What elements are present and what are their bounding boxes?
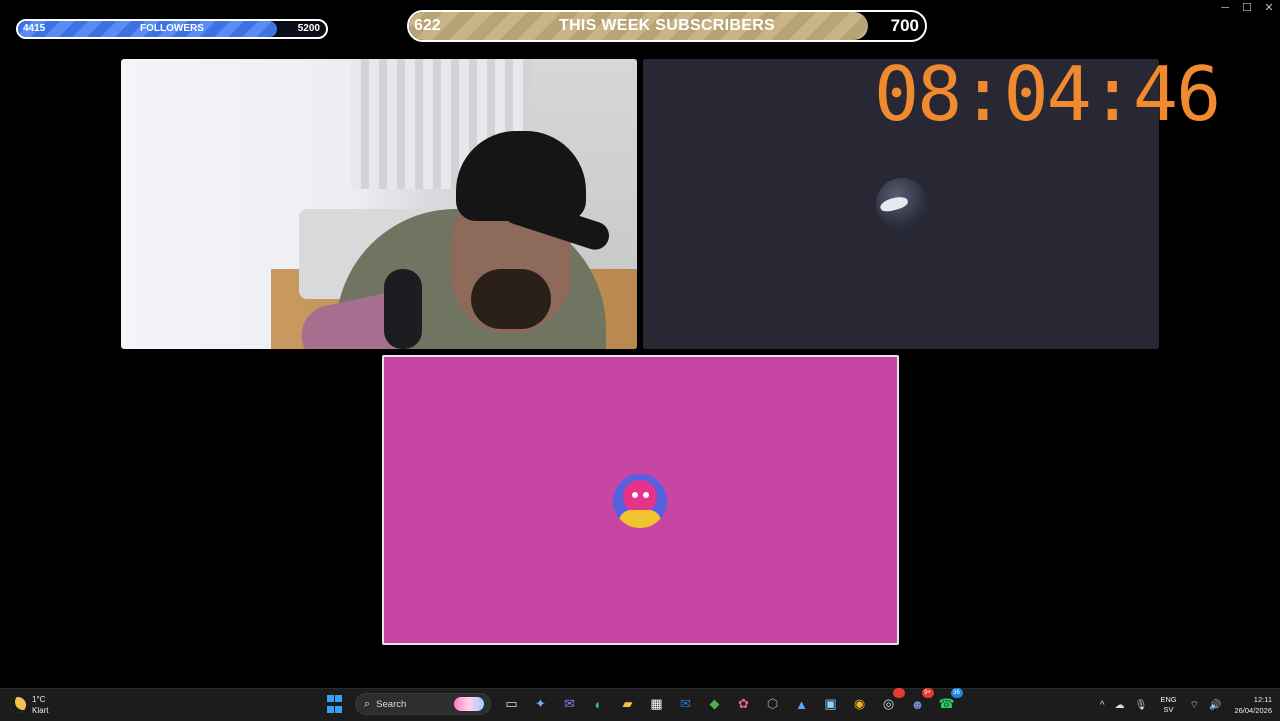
task-view-icon[interactable]: ▭ [501, 693, 523, 715]
avatar-face [623, 480, 657, 514]
copilot-glyph: ✦ [535, 696, 546, 711]
avatar-eye-right [643, 492, 649, 498]
followers-label: FOLLOWERS [140, 23, 204, 34]
onedrive-icon[interactable]: ☁ [1115, 700, 1125, 711]
weather-widget[interactable]: 1°C Klart [10, 694, 48, 716]
subscribers-goal-bar: 622 THIS WEEK SUBSCRIBERS 700 [407, 10, 927, 42]
weather-condition: Klart [32, 706, 49, 715]
minimize-button[interactable]: ─ [1214, 0, 1236, 16]
search-highlight-icon [454, 697, 484, 711]
remote-desktop-icon[interactable]: ▣ [820, 693, 842, 715]
edge-icon[interactable]: ◐ [588, 693, 610, 715]
search-label: Search [376, 698, 407, 710]
streamer-beard [471, 269, 551, 329]
taskbar-search[interactable]: ⌕ Search [355, 693, 491, 715]
moon-icon [10, 697, 26, 713]
app-hex-icon[interactable]: ⬡ [762, 693, 784, 715]
obs-glyph: ◎ [882, 696, 895, 711]
show-hidden-icons-chevron-icon[interactable]: ^ [1100, 700, 1105, 711]
volume-icon[interactable]: 🔊 [1209, 700, 1221, 711]
wifi-icon[interactable]: ⌔ [1190, 699, 1199, 712]
file-explorer-glyph: ▰ [622, 696, 633, 711]
obs-icon[interactable]: ◎ [878, 688, 905, 715]
store-icon[interactable]: ▦ [646, 693, 668, 715]
store-glyph: ▦ [650, 696, 663, 711]
outlook-icon[interactable]: ✉ [675, 693, 697, 715]
participant-avatar-dark-icon [876, 178, 928, 230]
taskbar-apps: ⌕ Search ▭ ✦ ✉ ◐ ▰ ▦ ✉ ◆ ✿ ⬡ ▲ ▣ ◉ ◎ ☻ 9+ ☎ 36 [320, 688, 963, 715]
system-tray: ^ ☁ 🎙 ENG SV ⌔ 🔊 12:11 26/04/2026 [1095, 693, 1272, 717]
language-top: ENG [1160, 695, 1177, 704]
subscribers-label: THIS WEEK SUBSCRIBERS [558, 17, 776, 34]
discord-notification-badge: 9+ [921, 688, 934, 698]
microphone-icon [384, 269, 422, 349]
window-controls: ─ ☐ ✕ [1214, 0, 1280, 16]
maximize-button[interactable]: ☐ [1236, 0, 1258, 16]
file-explorer-icon[interactable]: ▰ [617, 693, 639, 715]
taskbar: 1°C Klart ⌕ Search ▭ ✦ ✉ ◐ ▰ ▦ ✉ ◆ ✿ ⬡ ▲ ▣ ◉ ◎ ☻ 9+ ☎ 36 … [0, 688, 1280, 721]
participant-avatar-pink-icon [613, 474, 667, 528]
m365-glyph: ✿ [738, 696, 749, 711]
chrome-glyph: ◉ [853, 696, 866, 711]
weather-temperature: 1°C [32, 695, 46, 704]
search-icon: ⌕ [364, 697, 371, 710]
followers-goal-bar: 4415 FOLLOWERS 5200 [16, 19, 328, 39]
webcam-panel [121, 59, 637, 349]
followers-goal-value: 5200 [297, 23, 320, 34]
clock-date: 26/04/2026 [1234, 706, 1272, 715]
photos-icon[interactable]: ▲ [791, 693, 813, 715]
language-indicator[interactable]: ENG SV [1160, 695, 1176, 715]
task-view-glyph: ▭ [505, 696, 518, 711]
countdown-timer: 08:04:46 [874, 50, 1221, 138]
close-button[interactable]: ✕ [1258, 0, 1280, 16]
outlook-glyph: ✉ [680, 696, 691, 711]
whatsapp-notification-badge: 36 [950, 688, 963, 698]
discord-glyph: ☻ [910, 696, 925, 712]
avatar-body [619, 510, 661, 528]
discord-icon[interactable]: ☻ 9+ [907, 688, 934, 715]
photos-glyph: ▲ [795, 696, 808, 712]
clock-time: 12:11 [1253, 695, 1272, 704]
microphone-tray-icon[interactable]: 🎙 [1135, 700, 1148, 711]
whatsapp-glyph: ☎ [938, 696, 955, 711]
obs-notification-badge [892, 688, 905, 698]
weather-text: 1°C Klart [32, 694, 48, 716]
remote-desktop-glyph: ▣ [824, 696, 837, 711]
teams-icon[interactable]: ✉ [559, 693, 581, 715]
clock[interactable]: 12:11 26/04/2026 [1234, 694, 1272, 716]
chrome-icon[interactable]: ◉ [849, 693, 871, 715]
teams-glyph: ✉ [564, 696, 575, 711]
language-bottom: SV [1163, 705, 1174, 714]
copilot-icon[interactable]: ✦ [530, 693, 552, 715]
vpn-glyph: ◆ [709, 696, 720, 711]
whatsapp-icon[interactable]: ☎ 36 [936, 688, 963, 715]
start-button[interactable] [324, 693, 346, 715]
app-hex-glyph: ⬡ [766, 696, 779, 711]
avatar-eye-left [632, 492, 638, 498]
vpn-icon[interactable]: ◆ [704, 693, 726, 715]
m365-icon[interactable]: ✿ [733, 693, 755, 715]
edge-glyph: ◐ [594, 696, 603, 712]
subscribers-goal-value: 700 [890, 16, 919, 35]
